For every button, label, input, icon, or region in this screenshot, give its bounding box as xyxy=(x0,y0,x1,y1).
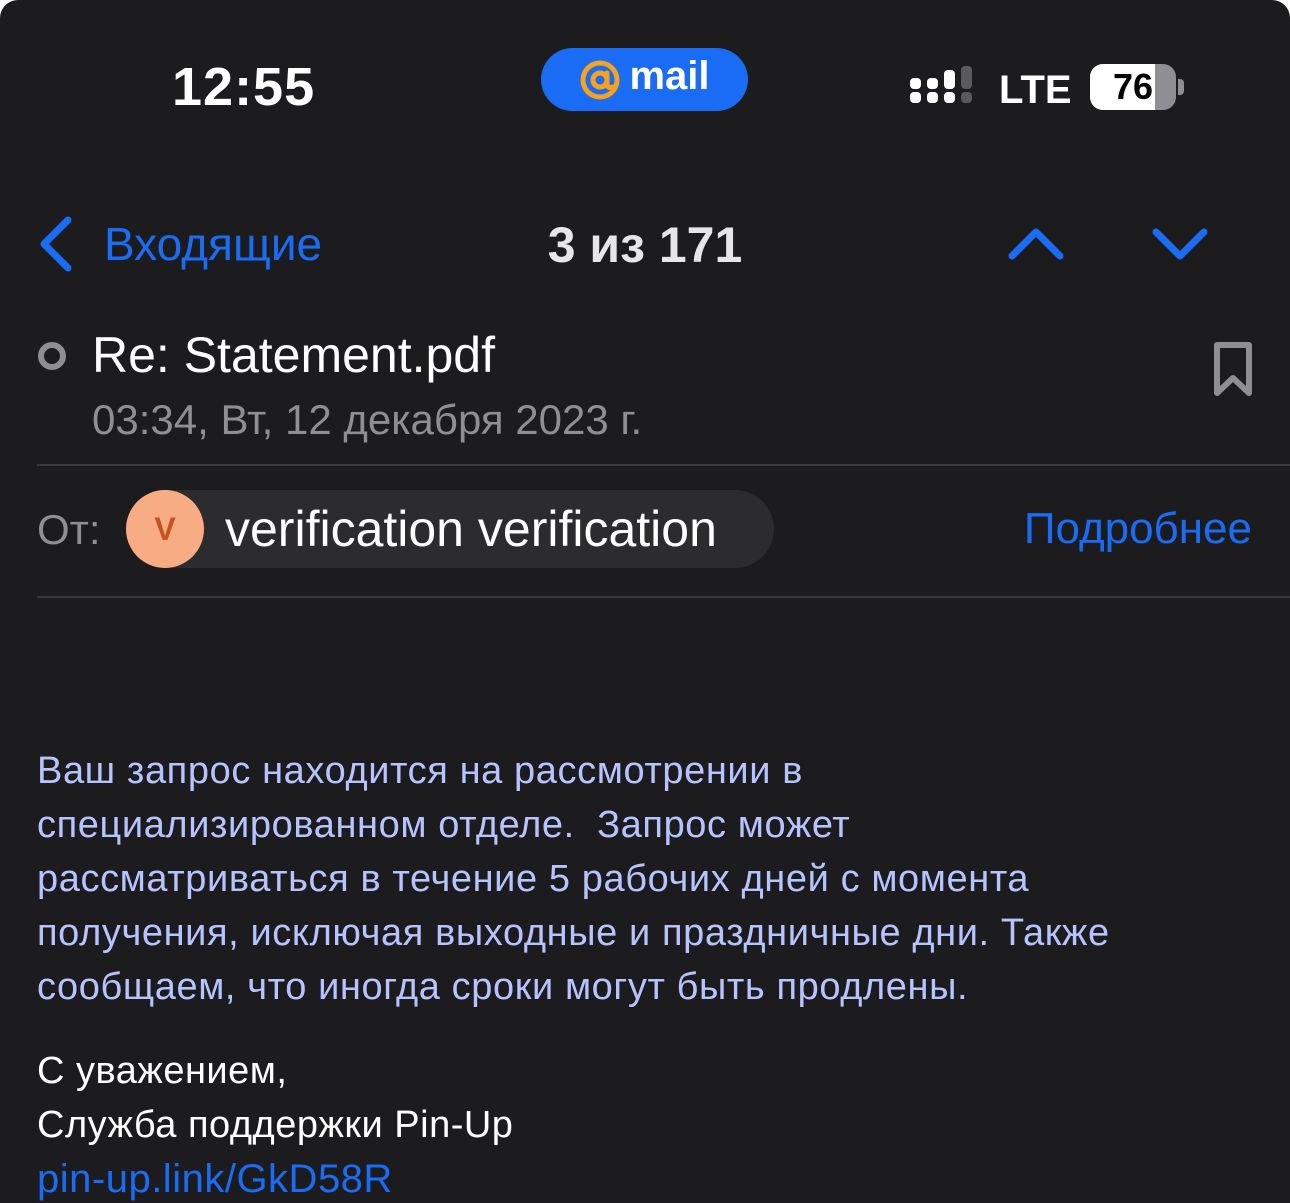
signal-strength-icon xyxy=(910,66,972,103)
body-line: рассматриваться в течение 5 рабочих дней… xyxy=(37,858,1030,900)
mail-app-badge[interactable]: mail xyxy=(541,48,748,111)
chevron-left-icon xyxy=(40,216,72,272)
status-time: 12:55 xyxy=(172,57,316,117)
battery-icon: 76 xyxy=(1090,64,1176,110)
from-label: От: xyxy=(37,506,101,553)
body-line: получения, исключая выходные и праздничн… xyxy=(37,912,1110,954)
message-date: 03:34, Вт, 12 декабря 2023 г. xyxy=(92,396,643,443)
sender-divider xyxy=(37,596,1290,598)
body-line: Ваш запрос находится на рассмотрении в xyxy=(37,750,804,792)
body-line: специализированном отделе. Запрос может xyxy=(37,804,851,846)
at-icon xyxy=(580,60,620,99)
header-divider xyxy=(37,464,1290,466)
body-line: сообщаем, что иногда сроки могут быть пр… xyxy=(37,966,969,1008)
avatar: V xyxy=(126,490,204,568)
sender-name: verification verification xyxy=(225,501,717,557)
message-body: Ваш запрос находится на рассмотрении в с… xyxy=(37,744,1257,1014)
chevron-down-icon[interactable] xyxy=(1150,222,1210,266)
message-counter: 3 из 171 xyxy=(547,217,743,273)
mail-screen: 12:55 mail LTE 76 Входящие 3 из 171 Re: … xyxy=(0,0,1290,1203)
battery-cap xyxy=(1178,79,1184,95)
battery-percent: 76 xyxy=(1112,66,1154,107)
mail-app-label: mail xyxy=(629,54,710,98)
back-to-inbox-button[interactable]: Входящие xyxy=(36,212,322,276)
details-link[interactable]: Подробнее xyxy=(1024,504,1252,554)
chevron-up-icon[interactable] xyxy=(1006,220,1066,264)
sender-chip[interactable]: V verification verification xyxy=(126,490,774,568)
signature-team: Служба поддержки Pin-Up xyxy=(37,1104,514,1146)
read-status-icon[interactable] xyxy=(37,341,67,371)
message-subject: Re: Statement.pdf xyxy=(92,327,496,383)
network-type: LTE xyxy=(999,68,1072,112)
signature: С уважением, Служба поддержки Pin-Up pin… xyxy=(37,1044,513,1203)
signature-greeting: С уважением, xyxy=(37,1050,288,1092)
back-label: Входящие xyxy=(104,218,323,270)
bookmark-icon[interactable] xyxy=(1210,340,1256,398)
signature-link[interactable]: pin-up.link/GkD58R xyxy=(37,1152,513,1203)
